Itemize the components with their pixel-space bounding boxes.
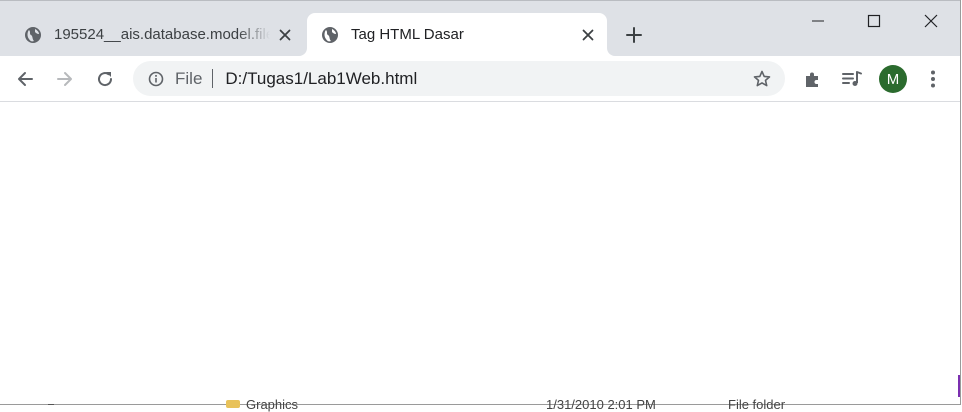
browser-window: 195524__ais.database.model.file.L Tag HT… [0, 0, 961, 405]
forward-button[interactable] [50, 64, 80, 94]
bookmark-star-icon[interactable] [751, 68, 773, 90]
info-icon[interactable] [147, 70, 165, 88]
address-url[interactable]: D:/Tugas1/Lab1Web.html [225, 69, 417, 89]
arrow-left-icon [18, 72, 33, 86]
reload-icon [98, 72, 113, 87]
tab-tag-html-dasar[interactable]: Tag HTML Dasar [307, 13, 607, 56]
maximize-button[interactable] [851, 4, 897, 38]
new-tab-button[interactable] [620, 21, 648, 49]
close-icon [924, 14, 938, 28]
window-top-border [0, 0, 960, 1]
back-button[interactable] [10, 64, 40, 94]
arrow-right-icon [57, 72, 72, 86]
background-tree-line [48, 404, 54, 405]
minimize-button[interactable] [795, 4, 841, 38]
background-folder-type: File folder [728, 397, 786, 412]
playlist-icon [842, 71, 862, 86]
media-queue-button[interactable] [837, 64, 867, 94]
maximize-icon [867, 14, 881, 28]
minimize-icon [812, 20, 824, 22]
more-vertical-icon [931, 70, 935, 88]
address-scheme-label: File [175, 68, 203, 88]
address-bar[interactable]: File D:/Tugas1/Lab1Web.html [133, 61, 785, 96]
tab-title: 195524__ais.database.model.file.L [54, 26, 270, 43]
reload-button[interactable] [90, 64, 120, 94]
page-content [0, 102, 958, 396]
background-folder-name: Graphics [246, 397, 299, 412]
close-icon[interactable] [276, 26, 294, 44]
folder-icon [226, 400, 240, 408]
tab-195524-ais-database[interactable]: 195524__ais.database.model.file.L [8, 13, 304, 56]
profile-avatar[interactable]: M [879, 65, 907, 93]
background-folder-date: 1/31/2010 2:01 PM [546, 397, 656, 412]
extensions-button[interactable] [798, 64, 828, 94]
globe-icon [24, 26, 42, 44]
browser-toolbar: File D:/Tugas1/Lab1Web.html [0, 56, 960, 102]
tab-title: Tag HTML Dasar [351, 26, 464, 43]
tab-strip: 195524__ais.database.model.file.L Tag HT… [0, 0, 960, 56]
close-icon[interactable] [579, 26, 597, 44]
menu-button[interactable] [918, 64, 948, 94]
window-edge-accent [958, 375, 960, 397]
puzzle-icon [806, 72, 818, 87]
close-window-button[interactable] [908, 4, 954, 38]
address-separator [212, 69, 214, 88]
plus-icon [626, 27, 642, 43]
globe-icon [321, 26, 339, 44]
